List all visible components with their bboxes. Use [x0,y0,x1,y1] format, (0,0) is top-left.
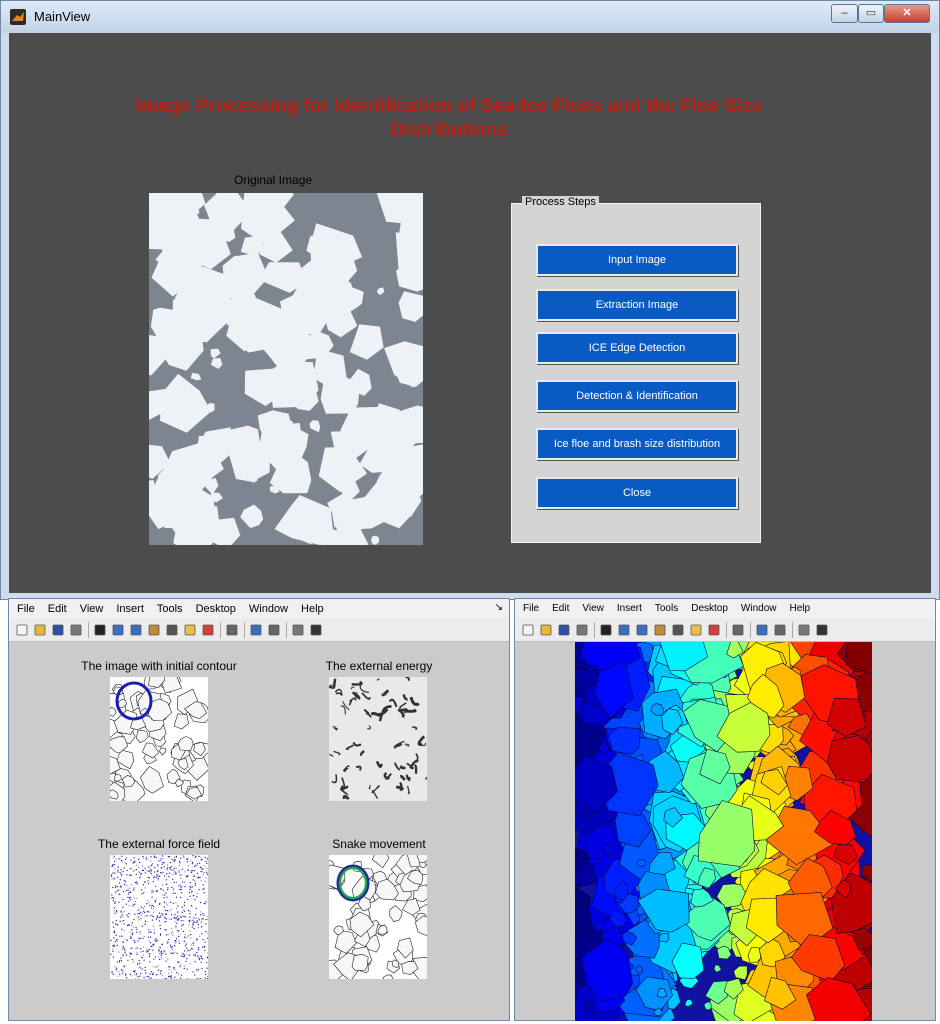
menu-desktop[interactable]: Desktop [196,603,236,615]
ice-edge-detection-button[interactable]: ICE Edge Detection [536,332,738,364]
snake-figure-window: File Edit View Insert Tools Desktop Window Help… [8,598,510,1021]
print-icon[interactable] [575,623,589,637]
figure-plot-area [515,642,935,1021]
rotate-icon[interactable] [165,623,179,637]
figure-menu-bar: File Edit View Insert Tools Desktop Window Help… [9,599,509,619]
labeled-floes-colormap-image [575,642,872,1021]
menu-file[interactable]: File [17,603,35,615]
hide-plot-tools-icon[interactable] [797,623,811,637]
main-window: MainView ‒ ▭ ✕ Image Processing for Iden… [0,0,940,600]
input-image-button[interactable]: Input Image [536,244,738,276]
gui-canvas: Image Processing for Identification of S… [9,33,931,593]
open-folder-icon[interactable] [539,623,553,637]
zoom-in-icon[interactable] [111,623,125,637]
menu-window[interactable]: Window [741,603,777,614]
menu-insert[interactable]: Insert [617,603,642,614]
toolbar-separator [88,622,89,638]
colorbar-icon[interactable] [755,623,769,637]
print-icon[interactable] [69,623,83,637]
segmentation-figure-window: File Edit View Insert Tools Desktop Window Help [514,598,936,1021]
data-cursor-icon[interactable] [183,623,197,637]
hide-plot-tools-icon[interactable] [291,623,305,637]
toolbar-separator [792,622,793,638]
extraction-image-button[interactable]: Extraction Image [536,289,738,321]
menu-view[interactable]: View [582,603,604,614]
title-bar: MainView ‒ ▭ ✕ [1,1,939,33]
detection-identification-button[interactable]: Detection & Identification [536,380,738,412]
brush-icon[interactable] [707,623,721,637]
zoom-out-icon[interactable] [635,623,649,637]
brush-icon[interactable] [201,623,215,637]
menu-file[interactable]: File [523,603,539,614]
figure-toolbar [9,619,509,642]
save-icon[interactable] [51,623,65,637]
app-headline: Image Processing for Identification of S… [135,96,763,141]
minimize-button[interactable]: ‒ [831,4,858,23]
snake-movement-image [329,855,427,979]
matlab-app-icon [10,9,26,25]
dock-arrow-icon[interactable]: ↘ [495,602,503,613]
figure-menu-bar: File Edit View Insert Tools Desktop Window Help [515,599,935,619]
pointer-icon[interactable] [599,623,613,637]
process-steps-title: Process Steps [522,196,599,208]
legend-icon[interactable] [773,623,787,637]
figure-toolbar [515,619,935,642]
show-plot-tools-icon[interactable] [815,623,829,637]
menu-tools[interactable]: Tools [655,603,678,614]
close-window-button[interactable]: ✕ [884,4,930,23]
subplot-title-snake-movement: Snake movement [332,837,426,851]
external-force-field-image [110,855,208,979]
window-title: MainView [34,9,91,24]
menu-insert[interactable]: Insert [116,603,144,615]
toolbar-separator [726,622,727,638]
original-sea-ice-image [149,193,423,545]
process-steps-panel: Process Steps Input Image Extraction Ima… [511,196,761,543]
menu-view[interactable]: View [80,603,104,615]
toolbar-separator [220,622,221,638]
link-icon[interactable] [731,623,745,637]
maximize-button[interactable]: ▭ [858,4,884,23]
open-folder-icon[interactable] [33,623,47,637]
toolbar-separator [750,622,751,638]
menu-help[interactable]: Help [301,603,324,615]
save-icon[interactable] [557,623,571,637]
toolbar-separator [244,622,245,638]
initial-contour-image [110,677,208,801]
new-file-icon[interactable] [521,623,535,637]
show-plot-tools-icon[interactable] [309,623,323,637]
link-icon[interactable] [225,623,239,637]
toolbar-separator [286,622,287,638]
new-file-icon[interactable] [15,623,29,637]
subplot-title-external-force: The external force field [97,837,221,851]
pan-icon[interactable] [653,623,667,637]
original-image-label: Original Image [234,173,313,187]
menu-tools[interactable]: Tools [157,603,183,615]
size-distribution-button[interactable]: Ice floe and brash size distribution [536,428,738,460]
data-cursor-icon[interactable] [689,623,703,637]
zoom-in-icon[interactable] [617,623,631,637]
figure-plot-area: The image with initial contour The exter… [9,642,509,1020]
menu-edit[interactable]: Edit [552,603,569,614]
menu-help[interactable]: Help [790,603,811,614]
rotate-icon[interactable] [671,623,685,637]
toolbar-separator [594,622,595,638]
colorbar-icon[interactable] [249,623,263,637]
menu-edit[interactable]: Edit [48,603,67,615]
legend-icon[interactable] [267,623,281,637]
zoom-out-icon[interactable] [129,623,143,637]
menu-desktop[interactable]: Desktop [691,603,728,614]
external-energy-image [329,677,427,801]
close-button[interactable]: Close [536,477,738,509]
pointer-icon[interactable] [93,623,107,637]
subplot-title-external-energy: The external energy [325,659,433,673]
pan-icon[interactable] [147,623,161,637]
menu-window[interactable]: Window [249,603,288,615]
subplot-title-initial-contour: The image with initial contour [81,659,237,673]
